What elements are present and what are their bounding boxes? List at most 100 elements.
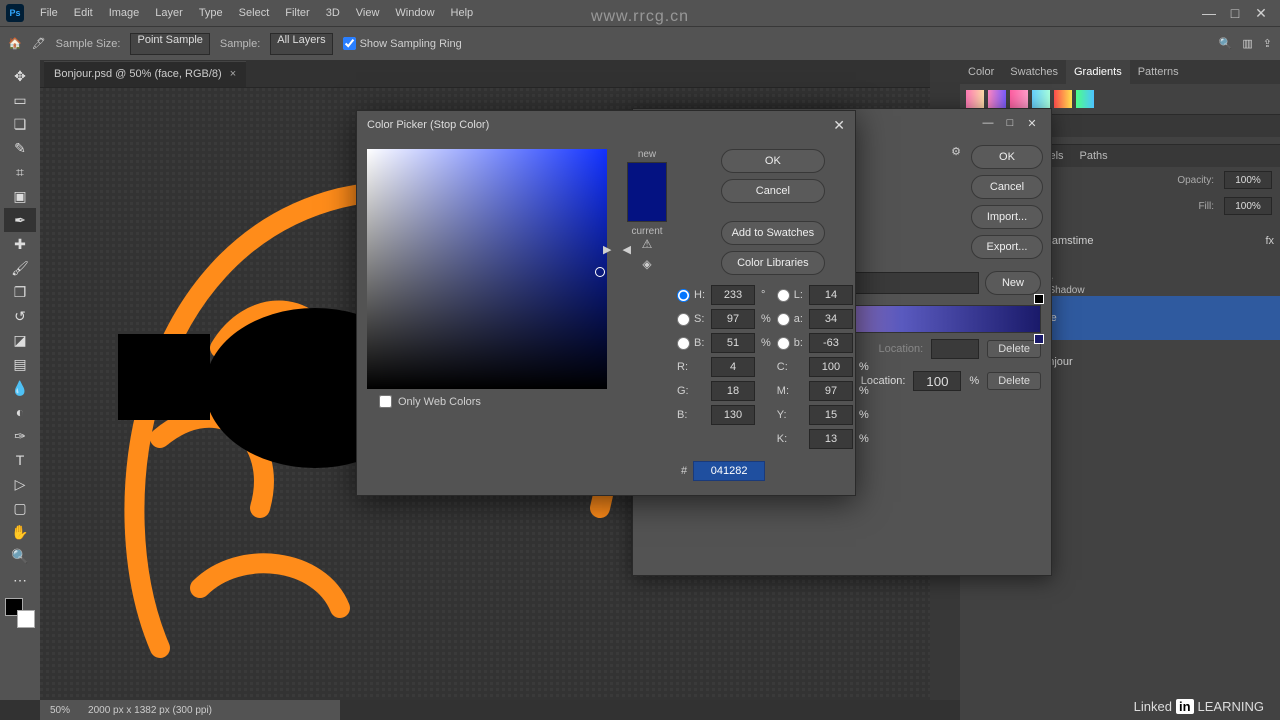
bri-field[interactable] (711, 333, 755, 353)
hue-field[interactable] (711, 285, 755, 305)
gradient-tool[interactable]: ▤ (4, 352, 36, 376)
menu-type[interactable]: Type (191, 7, 231, 19)
tab-close-icon[interactable]: × (230, 68, 236, 80)
healing-tool[interactable]: ✚ (4, 232, 36, 256)
menu-3d[interactable]: 3D (318, 7, 348, 19)
cube-icon[interactable]: ◈ (642, 257, 651, 271)
edit-toolbar[interactable]: ⋯ (4, 568, 36, 592)
gradient-swatch[interactable] (966, 90, 984, 108)
menu-image[interactable]: Image (101, 7, 148, 19)
menu-edit[interactable]: Edit (66, 7, 101, 19)
eraser-tool[interactable]: ◪ (4, 328, 36, 352)
tab-patterns[interactable]: Patterns (1130, 60, 1187, 84)
menu-layer[interactable]: Layer (147, 7, 191, 19)
g-field[interactable] (711, 381, 755, 401)
ge-export-button[interactable]: Export... (971, 235, 1043, 259)
window-min-button[interactable]: — (1196, 5, 1222, 21)
menu-filter[interactable]: Filter (277, 7, 317, 19)
document-tab[interactable]: Bonjour.psd @ 50% (face, RGB/8) × (44, 61, 246, 87)
y-field[interactable] (809, 405, 853, 425)
ge-new-button[interactable]: New (985, 271, 1041, 295)
color-loc-value[interactable] (913, 371, 961, 391)
opacity-field[interactable] (1224, 171, 1272, 189)
dialog-min-button[interactable]: — (977, 117, 999, 129)
saturation-brightness-field[interactable] (367, 149, 607, 389)
share-icon[interactable]: ⇪ (1263, 37, 1272, 50)
window-max-button[interactable]: □ (1222, 5, 1248, 21)
tab-color[interactable]: Color (960, 60, 1002, 84)
color-crosshair[interactable] (595, 267, 605, 277)
zoom-readout[interactable]: 50% (50, 705, 70, 716)
b-field[interactable] (809, 333, 853, 353)
sat-field[interactable] (711, 309, 755, 329)
menu-window[interactable]: Window (387, 7, 442, 19)
move-tool[interactable]: ✥ (4, 64, 36, 88)
tab-gradients[interactable]: Gradients (1066, 60, 1130, 84)
ge-import-button[interactable]: Import... (971, 205, 1043, 229)
gradient-swatch[interactable] (1054, 90, 1072, 108)
gradient-swatch[interactable] (1010, 90, 1028, 108)
menu-view[interactable]: View (348, 7, 388, 19)
bl-field[interactable] (711, 405, 755, 425)
cp-cancel-button[interactable]: Cancel (721, 179, 825, 203)
current-color-swatch[interactable] (628, 192, 666, 221)
gradient-swatch[interactable] (988, 90, 1006, 108)
m-field[interactable] (809, 381, 853, 401)
warning-icon[interactable]: ⚠ (642, 237, 653, 251)
k-field[interactable] (809, 429, 853, 449)
color-stop-delete[interactable]: Delete (987, 372, 1041, 390)
hue-radio[interactable] (677, 289, 690, 302)
ge-cancel-button[interactable]: Cancel (971, 175, 1043, 199)
c-field[interactable] (809, 357, 853, 377)
sat-radio[interactable] (677, 313, 690, 326)
dialog-max-button[interactable]: □ (999, 117, 1021, 129)
workspace-icon[interactable]: ▥ (1242, 37, 1252, 50)
a-radio[interactable] (777, 313, 790, 326)
sample-size-dropdown[interactable]: Point Sample (130, 33, 209, 55)
shape-tool[interactable]: ▢ (4, 496, 36, 520)
r-field[interactable] (711, 357, 755, 377)
history-brush-tool[interactable]: ↺ (4, 304, 36, 328)
hex-field[interactable] (693, 461, 765, 481)
type-tool[interactable]: T (4, 448, 36, 472)
blur-tool[interactable]: 💧 (4, 376, 36, 400)
eyedropper-tool-icon[interactable]: 🖊 (32, 37, 46, 50)
ge-ok-button[interactable]: OK (971, 145, 1043, 169)
search-icon[interactable]: 🔍 (1219, 37, 1233, 50)
fill-field[interactable] (1224, 197, 1272, 215)
dialog-close-button[interactable]: ✕ (1021, 117, 1043, 130)
a-field[interactable] (809, 309, 853, 329)
show-sampling-ring-checkbox[interactable]: Show Sampling Ring (343, 37, 462, 50)
quick-select-tool[interactable]: ✎ (4, 136, 36, 160)
fx-badge[interactable]: fx (1265, 235, 1274, 247)
menu-help[interactable]: Help (443, 7, 482, 19)
opacity-stop[interactable] (1034, 294, 1044, 304)
menu-select[interactable]: Select (231, 7, 278, 19)
color-picker-close[interactable]: ✕ (833, 117, 845, 134)
sample-dropdown[interactable]: All Layers (270, 33, 332, 55)
foreground-background-colors[interactable] (5, 598, 35, 628)
brush-tool[interactable]: 🖌 (4, 256, 36, 280)
tab-swatches[interactable]: Swatches (1002, 60, 1066, 84)
opacity-stop-delete[interactable]: Delete (987, 340, 1041, 358)
opacity-loc-value[interactable] (931, 339, 979, 359)
gear-icon[interactable]: ⚙ (951, 145, 961, 158)
path-select-tool[interactable]: ▷ (4, 472, 36, 496)
l-field[interactable] (809, 285, 853, 305)
background-color-swatch[interactable] (17, 610, 35, 628)
frame-tool[interactable]: ▣ (4, 184, 36, 208)
lasso-tool[interactable]: ❏ (4, 112, 36, 136)
stamp-tool[interactable]: ❐ (4, 280, 36, 304)
dodge-tool[interactable]: ◐ (4, 400, 36, 424)
pen-tool[interactable]: ✑ (4, 424, 36, 448)
cp-add-swatch-button[interactable]: Add to Swatches (721, 221, 825, 245)
only-web-colors-checkbox[interactable]: Only Web Colors (367, 389, 607, 408)
b-radio[interactable] (777, 337, 790, 350)
tab-paths[interactable]: Paths (1072, 145, 1116, 167)
crop-tool[interactable]: ⌗ (4, 160, 36, 184)
marquee-tool[interactable]: ▭ (4, 88, 36, 112)
cp-color-libraries-button[interactable]: Color Libraries (721, 251, 825, 275)
hand-tool[interactable]: ✋ (4, 520, 36, 544)
zoom-tool[interactable]: 🔍 (4, 544, 36, 568)
l-radio[interactable] (777, 289, 790, 302)
